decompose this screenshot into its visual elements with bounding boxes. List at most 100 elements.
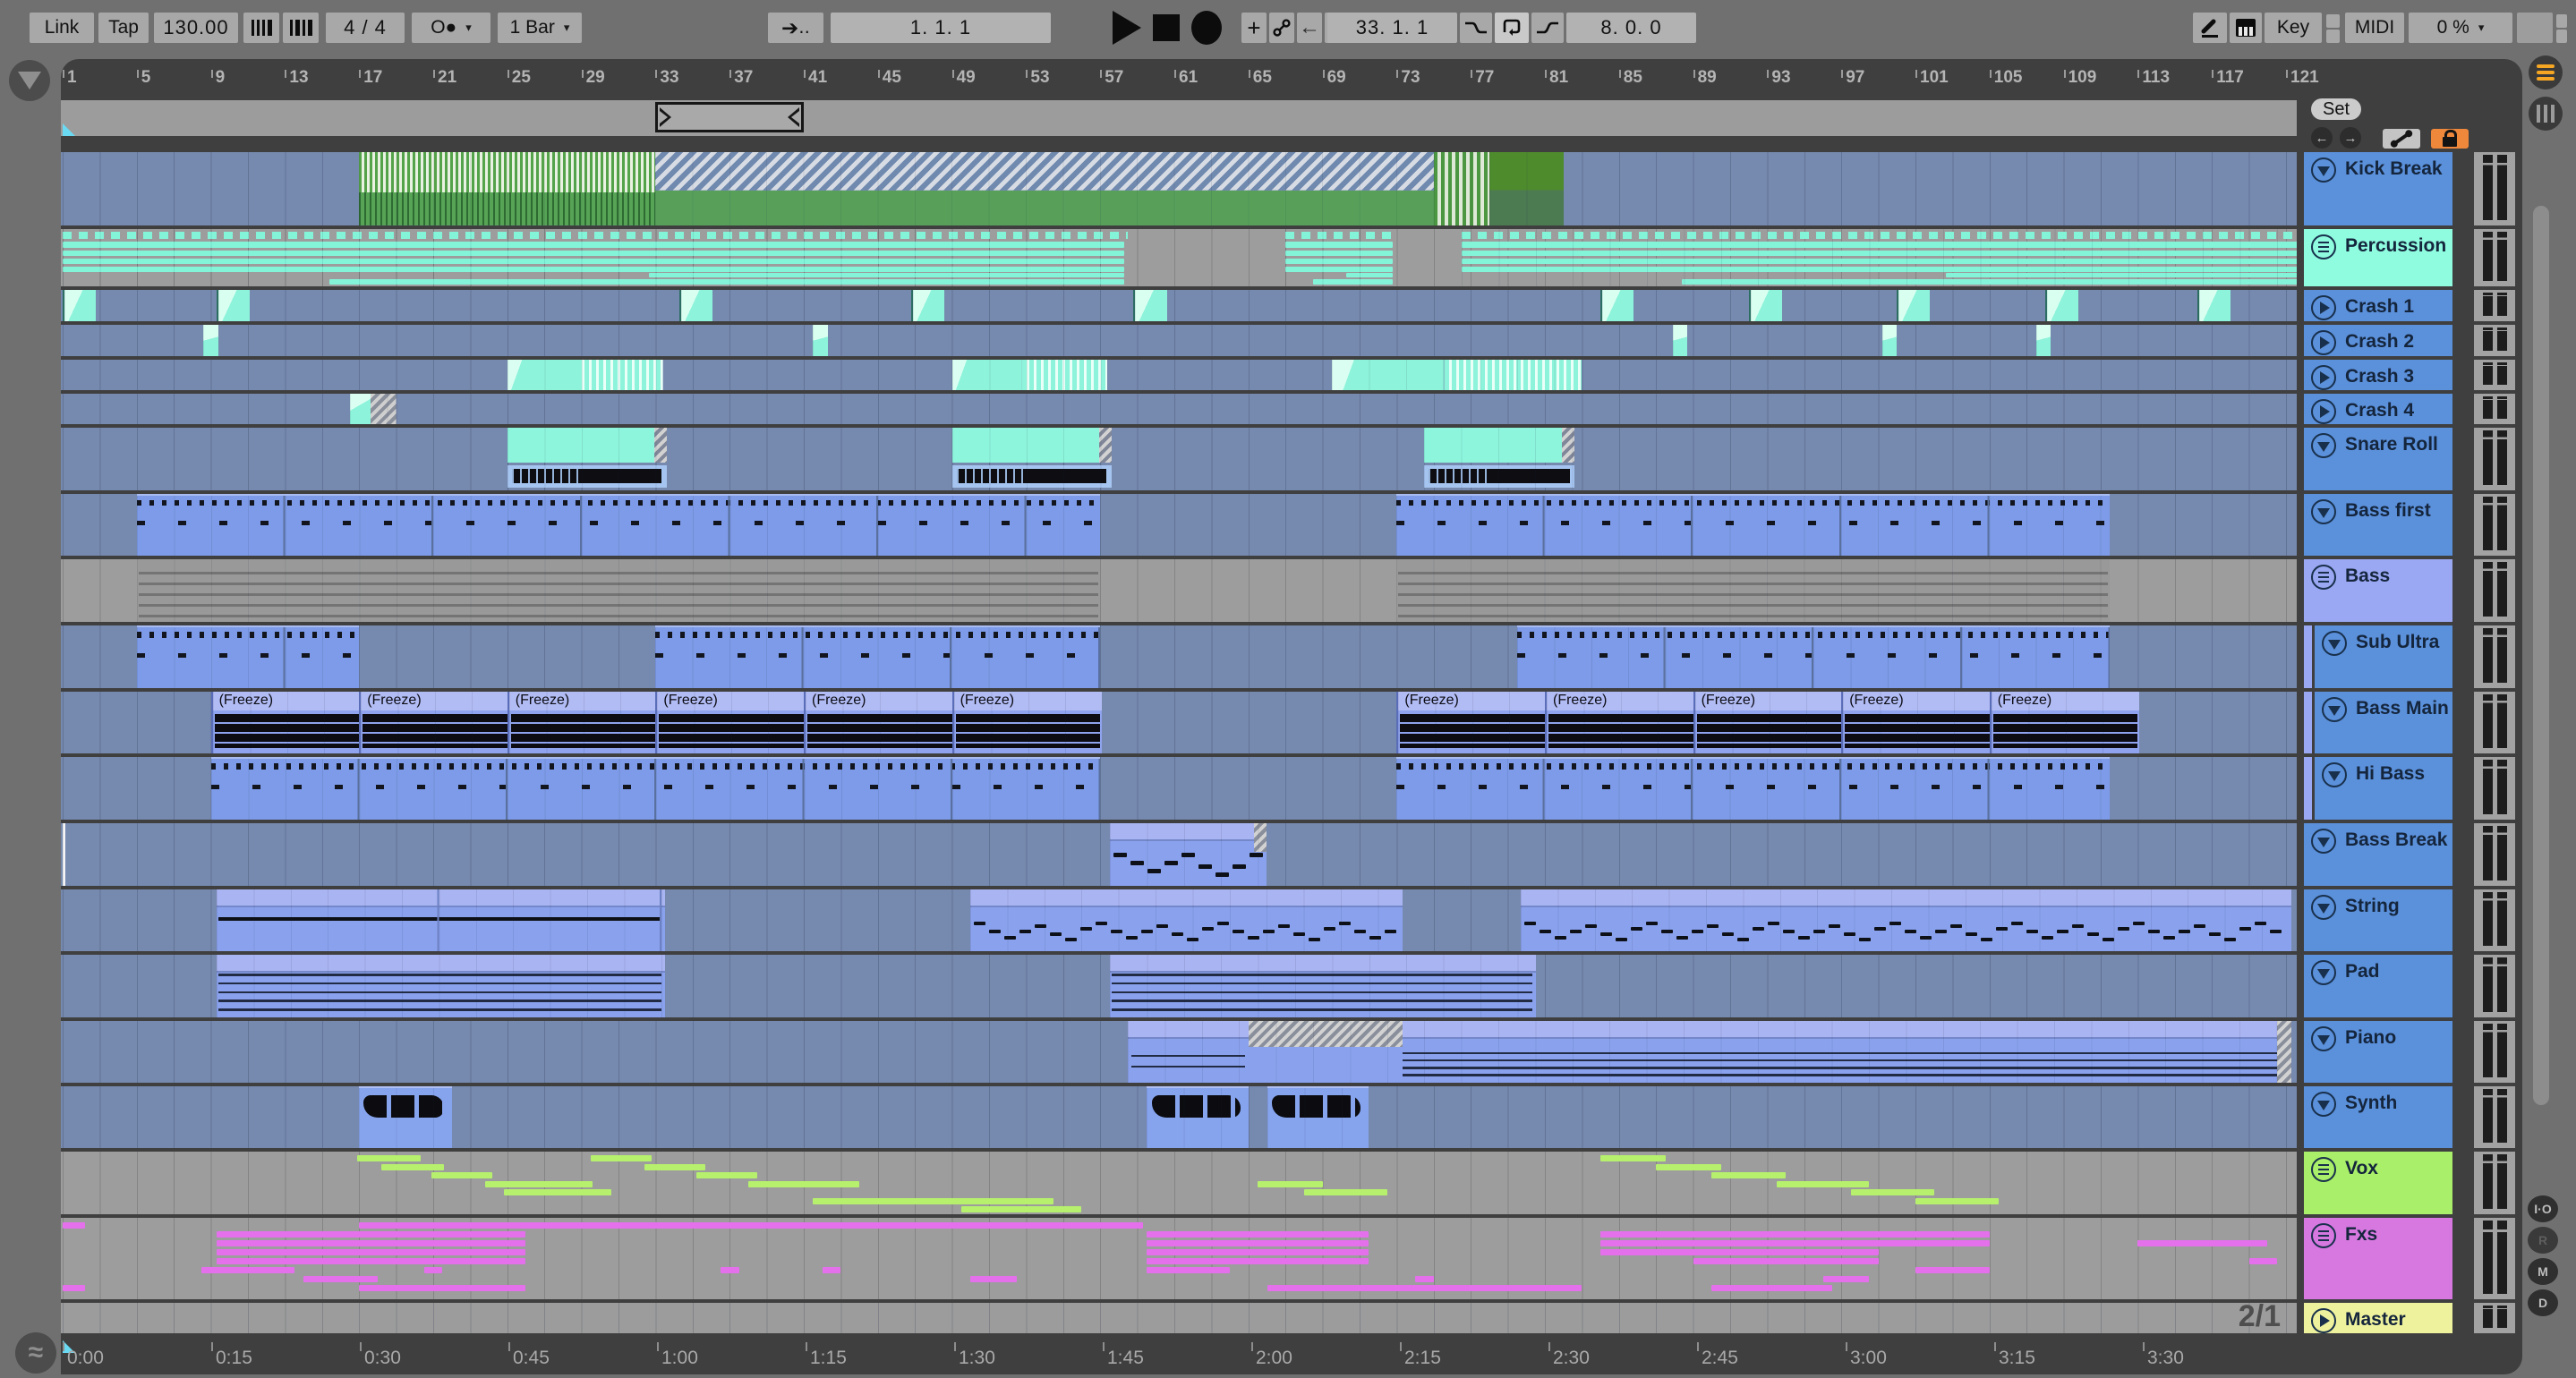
fx-note-bar[interactable]	[1146, 1249, 1369, 1255]
bar-ruler[interactable]: 1 5 9 13 17 21 25 29 33 37 41 45 49 53 57 61 65 69 73 77 81 8…	[61, 59, 2319, 100]
track-header-bass-break[interactable]: Bass Break	[2304, 823, 2515, 886]
track-header-snare-roll[interactable]: Snare Roll	[2304, 428, 2515, 490]
track-header-main[interactable]: Sub Ultra	[2315, 625, 2452, 688]
clip-bass-main[interactable]: (Freeze)	[951, 692, 1103, 753]
clip-bass-main[interactable]: (Freeze)	[1693, 692, 1844, 753]
clip-bass-main[interactable]: (Freeze)	[1545, 692, 1695, 753]
clip-bass-main[interactable]: (Freeze)	[507, 692, 658, 753]
clip-crash-2[interactable]	[813, 325, 828, 356]
vox-note-bar[interactable]	[1600, 1155, 1666, 1161]
insert-marker[interactable]	[63, 823, 66, 886]
vox-note-bar[interactable]	[1776, 1180, 1870, 1187]
automation-arm-button[interactable]	[1269, 13, 1294, 43]
fx-note-bar[interactable]	[63, 1285, 85, 1291]
play-button[interactable]	[1107, 11, 1147, 45]
groove-pool-icon[interactable]	[243, 13, 279, 43]
arrangement-position-field[interactable]: 1. 1. 1	[831, 13, 1051, 43]
vox-note-bar[interactable]	[484, 1180, 593, 1187]
mixer-menu-button[interactable]	[2529, 55, 2563, 89]
clip-crash-2[interactable]	[2035, 325, 2051, 356]
vox-note-bar[interactable]	[590, 1155, 653, 1161]
clip-crash-1[interactable]	[911, 290, 945, 321]
mixer-section-button-r[interactable]: R	[2528, 1227, 2558, 1254]
crossfade-view-toggle[interactable]: ≈	[15, 1332, 56, 1374]
track-header-main[interactable]: Bass first	[2304, 494, 2452, 556]
clip-crash-3[interactable]	[507, 360, 663, 390]
clip-crash-1[interactable]	[1897, 290, 1931, 321]
track-header-piano[interactable]: Piano	[2304, 1021, 2515, 1083]
track-header-main[interactable]: Vox	[2304, 1152, 2452, 1214]
track-header-main[interactable]: Hi Bass	[2315, 757, 2452, 820]
track-fold-icon[interactable]	[2322, 762, 2347, 787]
track-play-icon[interactable]	[2311, 399, 2336, 424]
vox-note-bar[interactable]	[357, 1155, 421, 1161]
fx-note-bar[interactable]	[2248, 1258, 2277, 1264]
clip-bass-main[interactable]: (Freeze)	[210, 692, 362, 753]
fx-note-bar[interactable]	[1693, 1258, 1879, 1264]
key-split-top[interactable]	[2326, 14, 2340, 28]
cpu-meter[interactable]: 0 % ▾	[2409, 13, 2512, 43]
clip-crash-1[interactable]	[679, 290, 713, 321]
clip-bass[interactable]	[1396, 559, 2111, 622]
clip-string[interactable]	[1521, 889, 2292, 951]
track-header-crash-2[interactable]: Crash 2	[2304, 325, 2515, 356]
loop-switch[interactable]	[1495, 13, 1529, 43]
fx-note-bar[interactable]	[216, 1249, 526, 1255]
track-fold-icon[interactable]	[2311, 960, 2336, 985]
lane-bass-main[interactable]: (Freeze) (Freeze) (Freeze) (Freeze) (Freeze)…	[61, 692, 2297, 753]
track-header-main[interactable]: Bass	[2304, 559, 2452, 622]
lane-bass-break[interactable]	[61, 823, 2297, 886]
lane-master[interactable]: 2/1	[61, 1303, 2297, 1333]
clip-kick-break[interactable]	[1488, 152, 1564, 225]
loop-length-field[interactable]: 8. 0. 0	[1566, 13, 1696, 43]
metronome-button[interactable]: O● ▾	[412, 13, 490, 43]
track-play-icon[interactable]	[2311, 330, 2336, 355]
fx-note-bar[interactable]	[359, 1222, 1143, 1229]
lane-percussion[interactable]	[61, 229, 2297, 286]
fx-note-bar[interactable]	[1600, 1249, 1879, 1255]
fx-note-bar[interactable]	[423, 1267, 443, 1273]
track-header-main[interactable]: Crash 3	[2304, 360, 2452, 390]
track-menu-icon[interactable]	[2311, 1157, 2336, 1182]
clip-kick-break[interactable]	[1433, 152, 1489, 225]
quantization-selector[interactable]: 1 Bar ▾	[498, 13, 582, 43]
clip-synth[interactable]	[1267, 1086, 1369, 1148]
follow-button[interactable]: ➔ ‥	[768, 13, 823, 43]
vox-note-bar[interactable]	[503, 1189, 611, 1195]
track-menu-icon[interactable]	[2311, 565, 2336, 590]
track-header-main[interactable]: Synth	[2304, 1086, 2452, 1148]
vox-note-bar[interactable]	[1303, 1189, 1388, 1195]
clip-synth[interactable]	[359, 1086, 452, 1148]
clip-hi-bass[interactable]	[210, 757, 1101, 820]
track-header-main[interactable]: Snare Roll	[2304, 428, 2452, 490]
clip-crash-1[interactable]	[63, 290, 97, 321]
clip-kick-break[interactable]	[655, 152, 1435, 225]
fx-note-bar[interactable]	[303, 1276, 378, 1282]
track-fold-icon[interactable]	[2311, 499, 2336, 524]
track-header-main[interactable]: Crash 1	[2304, 290, 2452, 321]
track-header-main[interactable]: Percussion	[2304, 229, 2452, 286]
fx-note-bar[interactable]	[1146, 1267, 1231, 1273]
clip-crash-2[interactable]	[1881, 325, 1898, 356]
track-play-icon[interactable]	[2311, 295, 2336, 320]
lane-piano[interactable]	[61, 1021, 2297, 1083]
mixer-section-button-m[interactable]: M	[2528, 1258, 2558, 1285]
mixer-section-button-io[interactable]: I·O	[2528, 1195, 2558, 1222]
clip-bass-break[interactable]	[1109, 823, 1267, 886]
clip-crash-1[interactable]	[1600, 290, 1634, 321]
punch-out-button[interactable]	[1531, 13, 1564, 43]
lane-bass[interactable]	[61, 559, 2297, 622]
clip-hi-bass[interactable]	[1396, 757, 2111, 820]
track-fold-icon[interactable]	[2311, 1092, 2336, 1117]
overdub-button[interactable]: +	[1241, 13, 1267, 43]
lane-string[interactable]	[61, 889, 2297, 951]
track-header-main[interactable]: Piano	[2304, 1021, 2452, 1083]
clip-string[interactable]	[970, 889, 1403, 951]
fx-note-bar[interactable]	[1415, 1276, 1434, 1282]
track-header-bass-first[interactable]: Bass first	[2304, 494, 2515, 556]
vox-note-bar[interactable]	[747, 1180, 860, 1187]
lane-hi-bass[interactable]	[61, 757, 2297, 820]
fx-note-bar[interactable]	[216, 1231, 526, 1238]
track-header-synth[interactable]: Synth	[2304, 1086, 2515, 1148]
vox-note-bar[interactable]	[1711, 1172, 1787, 1178]
